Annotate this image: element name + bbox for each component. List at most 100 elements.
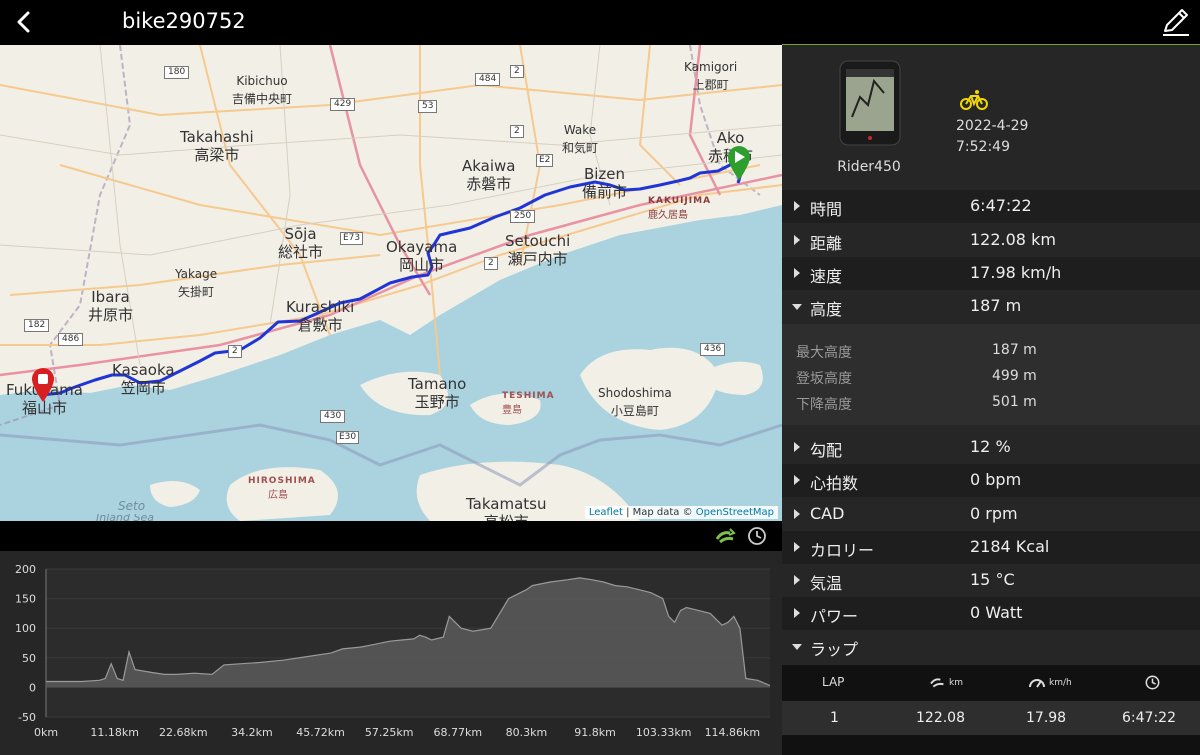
expand-arrow-icon bbox=[794, 542, 800, 552]
stat-label: 距離 bbox=[810, 234, 843, 253]
activity-date: 2022-4-29 bbox=[956, 118, 1029, 134]
stat-row-cadence[interactable]: CAD 0 rpm bbox=[782, 498, 1200, 531]
page-title: bike290752 bbox=[122, 9, 246, 33]
place-seto: Seto bbox=[118, 499, 146, 513]
start-marker-icon[interactable] bbox=[726, 145, 752, 181]
road-shield: 486 bbox=[58, 333, 84, 346]
stat-value: 187 m bbox=[970, 296, 1022, 315]
leaflet-link[interactable]: Leaflet bbox=[589, 507, 623, 518]
stat-label: カロリー bbox=[810, 541, 875, 560]
expand-arrow-icon bbox=[794, 442, 800, 452]
road-shield: 484 bbox=[475, 73, 501, 86]
max-altitude-value: 187 m bbox=[992, 342, 1037, 358]
place-kurashiki: Kurashiki 倉敷市 bbox=[286, 298, 355, 334]
expand-arrow-icon bbox=[794, 268, 800, 278]
place-akaiwa: Akaiwa 赤磐市 bbox=[462, 157, 516, 193]
y-tick-label: 200 bbox=[15, 563, 36, 576]
stat-row-heart-rate[interactable]: 心拍数 0 bpm bbox=[782, 464, 1200, 497]
lap-row[interactable]: 1 122.08 17.98 6:47:22 bbox=[782, 701, 1200, 735]
collapse-arrow-icon bbox=[792, 644, 802, 650]
stat-label: 気温 bbox=[810, 574, 843, 593]
chart-toolbar bbox=[0, 521, 782, 551]
place-takahashi: Takahashi 高梁市 bbox=[180, 128, 254, 164]
lap-table-footer bbox=[782, 735, 1200, 755]
altitude-detail: 最大高度 187 m 登坂高度 499 m 下降高度 501 m bbox=[782, 324, 1200, 425]
stat-value: 12 % bbox=[970, 437, 1011, 456]
y-tick-label: 0 bbox=[29, 681, 36, 694]
x-tick-label: 34.2km bbox=[231, 726, 273, 739]
place-kamigori: Kamigori 上郡町 bbox=[684, 60, 738, 92]
place-kasaoka: Kasaoka 笠岡市 bbox=[112, 361, 175, 397]
time-mode-icon[interactable] bbox=[746, 525, 768, 547]
place-shodoshima: Shodoshima 小豆島町 bbox=[598, 386, 672, 418]
stat-label: 高度 bbox=[810, 300, 843, 319]
activity-datetime: 2022-4-29 7:52:49 bbox=[956, 116, 1028, 158]
road-shield: E2 bbox=[536, 154, 554, 167]
stat-value: 122.08 km bbox=[970, 230, 1056, 249]
x-tick-label: 80.3km bbox=[506, 726, 548, 739]
x-tick-label: 68.77km bbox=[434, 726, 483, 739]
road-shield: 2 bbox=[510, 125, 524, 138]
stat-row-time[interactable]: 時間 6:47:22 bbox=[782, 190, 1200, 223]
max-altitude-label: 最大高度 bbox=[796, 345, 852, 361]
bicycle-icon bbox=[960, 90, 988, 110]
road-shield: 180 bbox=[164, 66, 190, 79]
x-tick-label: 0km bbox=[34, 726, 58, 739]
expand-arrow-icon bbox=[794, 509, 800, 519]
lap-col-kmh: km/h bbox=[1049, 678, 1072, 688]
stat-label: 心拍数 bbox=[810, 474, 859, 493]
place-soja: Sōja 総社市 bbox=[278, 225, 324, 261]
road-shield: 2 bbox=[228, 345, 242, 358]
stat-value: 2184 Kcal bbox=[970, 537, 1050, 556]
end-marker-icon[interactable] bbox=[30, 367, 56, 403]
y-tick-label: 100 bbox=[15, 622, 36, 635]
stat-row-laps[interactable]: ラップ bbox=[782, 630, 1200, 663]
lap-distance: 122.08 bbox=[916, 710, 965, 726]
elevation-chart-svg: 200 150 100 50 0 -50 0km 11.18km 22.68km 34.2km 45… bbox=[15, 563, 771, 739]
place-ibara: Ibara 井原市 bbox=[88, 288, 134, 324]
stat-row-calories[interactable]: カロリー 2184 Kcal bbox=[782, 531, 1200, 564]
attribution-text: | Map data © bbox=[622, 507, 696, 518]
distance-icon bbox=[930, 678, 944, 688]
stat-row-altitude[interactable]: 高度 187 m bbox=[782, 290, 1200, 323]
stat-row-distance[interactable]: 距離 122.08 km bbox=[782, 224, 1200, 257]
edit-pencil-icon[interactable] bbox=[1160, 6, 1192, 38]
bike-computer-device-icon bbox=[839, 60, 901, 146]
stat-value: 0 bpm bbox=[970, 470, 1022, 489]
speedometer-icon bbox=[1029, 679, 1045, 688]
lap-col-lap: LAP bbox=[822, 675, 845, 689]
device-name: Rider450 bbox=[837, 159, 901, 175]
stat-row-temperature[interactable]: 気温 15 °C bbox=[782, 564, 1200, 597]
place-kibichuo: Kibichuo 吉備中央町 bbox=[232, 74, 293, 106]
stat-row-power[interactable]: パワー 0 Watt bbox=[782, 597, 1200, 630]
stat-value: 17.98 km/h bbox=[970, 263, 1062, 282]
place-yakage: Yakage 矢掛町 bbox=[175, 267, 218, 299]
stat-row-speed[interactable]: 速度 17.98 km/h bbox=[782, 257, 1200, 290]
stat-label: パワー bbox=[810, 607, 859, 626]
road-shield: E73 bbox=[340, 232, 364, 245]
stat-label: 速度 bbox=[810, 267, 843, 286]
route-map[interactable]: Kibichuo 吉備中央町 Kamigori 上郡町 Takahashi 高梁市 W… bbox=[0, 45, 782, 521]
collapse-arrow-icon bbox=[792, 304, 802, 310]
road-shield: 430 bbox=[320, 410, 346, 423]
stat-row-grade[interactable]: 勾配 12 % bbox=[782, 431, 1200, 464]
x-tick-label: 114.86km bbox=[705, 726, 761, 739]
osm-link[interactable]: OpenStreetMap bbox=[696, 507, 774, 518]
place-tamano: Tamano 玉野市 bbox=[408, 375, 467, 411]
elevation-chart[interactable]: 200 150 100 50 0 -50 0km 11.18km 22.68km 34.2km 45… bbox=[0, 551, 782, 755]
activity-time: 7:52:49 bbox=[956, 139, 1010, 155]
place-hiroshima: HIROSHIMA 広島 bbox=[248, 476, 316, 501]
distance-mode-icon[interactable] bbox=[714, 525, 736, 547]
place-takamatsu: Takamatsu高松市 bbox=[466, 495, 547, 521]
expand-arrow-icon bbox=[794, 608, 800, 618]
stat-label: ラップ bbox=[810, 640, 859, 659]
expand-arrow-icon bbox=[794, 201, 800, 211]
place-okayama: Okayama 岡山市 bbox=[386, 238, 458, 274]
climb-label: 登坂高度 bbox=[796, 371, 852, 387]
back-arrow-icon[interactable] bbox=[10, 6, 38, 38]
map-base bbox=[0, 45, 782, 521]
road-shield: E30 bbox=[336, 431, 360, 444]
x-tick-label: 11.18km bbox=[90, 726, 139, 739]
descent-value: 501 m bbox=[992, 394, 1037, 410]
place-teshima: TESHIMA 豊島 bbox=[502, 391, 555, 416]
